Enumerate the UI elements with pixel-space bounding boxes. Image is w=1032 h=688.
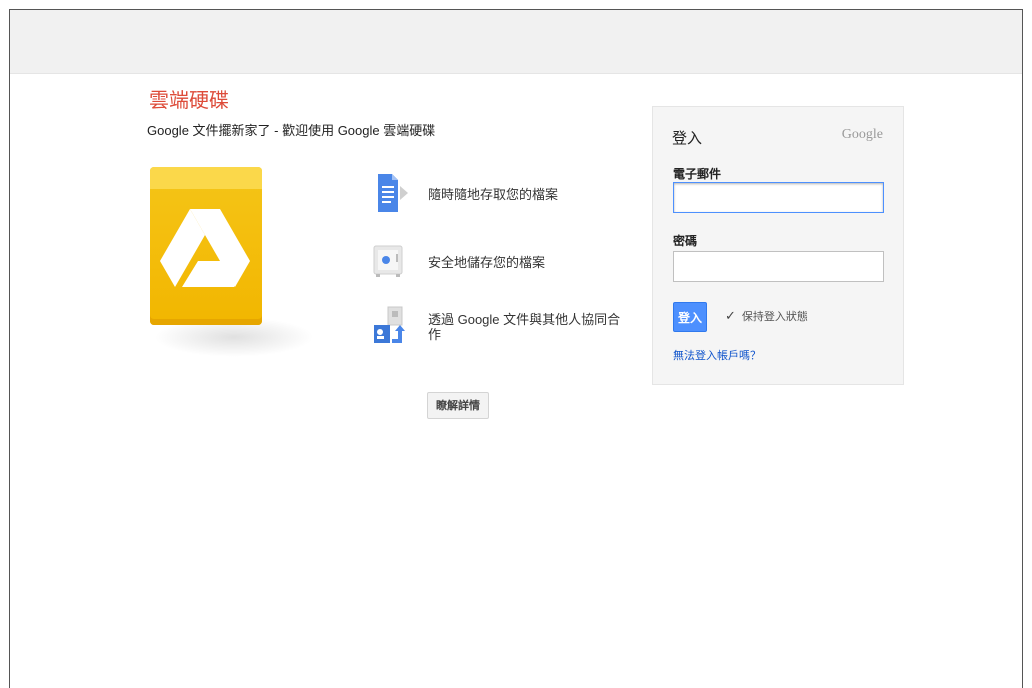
signin-title: 登入 [672,130,703,147]
document-icon [368,172,412,216]
feature-collaborate: 透過 Google 文件與其他人協同合作 [368,305,628,349]
email-label: 電子郵件 [673,167,722,181]
drive-logo-top [150,167,262,189]
checkmark-icon[interactable]: ✓ [725,308,736,324]
drive-logo [150,167,314,357]
cant-access-account-link[interactable]: 無法登入帳戶嗎？ [673,347,761,363]
drive-triangle-icon [160,209,250,287]
stay-signed-in[interactable]: ✓ 保持登入狀態 [725,308,808,324]
email-field[interactable] [673,182,884,213]
feature-secure: 安全地儲存您的檔案 [368,240,628,284]
password-label: 密碼 [673,234,698,248]
stay-signed-in-label: 保持登入狀態 [741,311,808,323]
top-bar [10,10,1022,74]
feature-text: 安全地儲存您的檔案 [428,254,546,270]
page-title: 雲端硬碟 [149,90,229,112]
safe-icon [368,240,412,284]
feature-access: 隨時隨地存取您的檔案 [368,172,628,216]
password-field[interactable] [673,251,884,282]
page-subtitle: Google 文件擺新家了 - 歡迎使用 Google 雲端硬碟 [147,123,436,138]
feature-text: 透過 Google 文件與其他人協同合作 [428,312,621,342]
drive-logo-block [150,167,262,325]
signin-button[interactable]: 登入 [673,302,707,332]
collaborate-icon [368,305,412,349]
learn-more-button[interactable]: 瞭解詳情 [427,392,489,419]
google-wordmark: Google [841,127,883,142]
signin-panel: 登入 Google 電子郵件 密碼 登入 ✓ 保持登入狀態 無法登入帳戶嗎？ [652,106,904,385]
feature-text: 隨時隨地存取您的檔案 [428,186,559,202]
